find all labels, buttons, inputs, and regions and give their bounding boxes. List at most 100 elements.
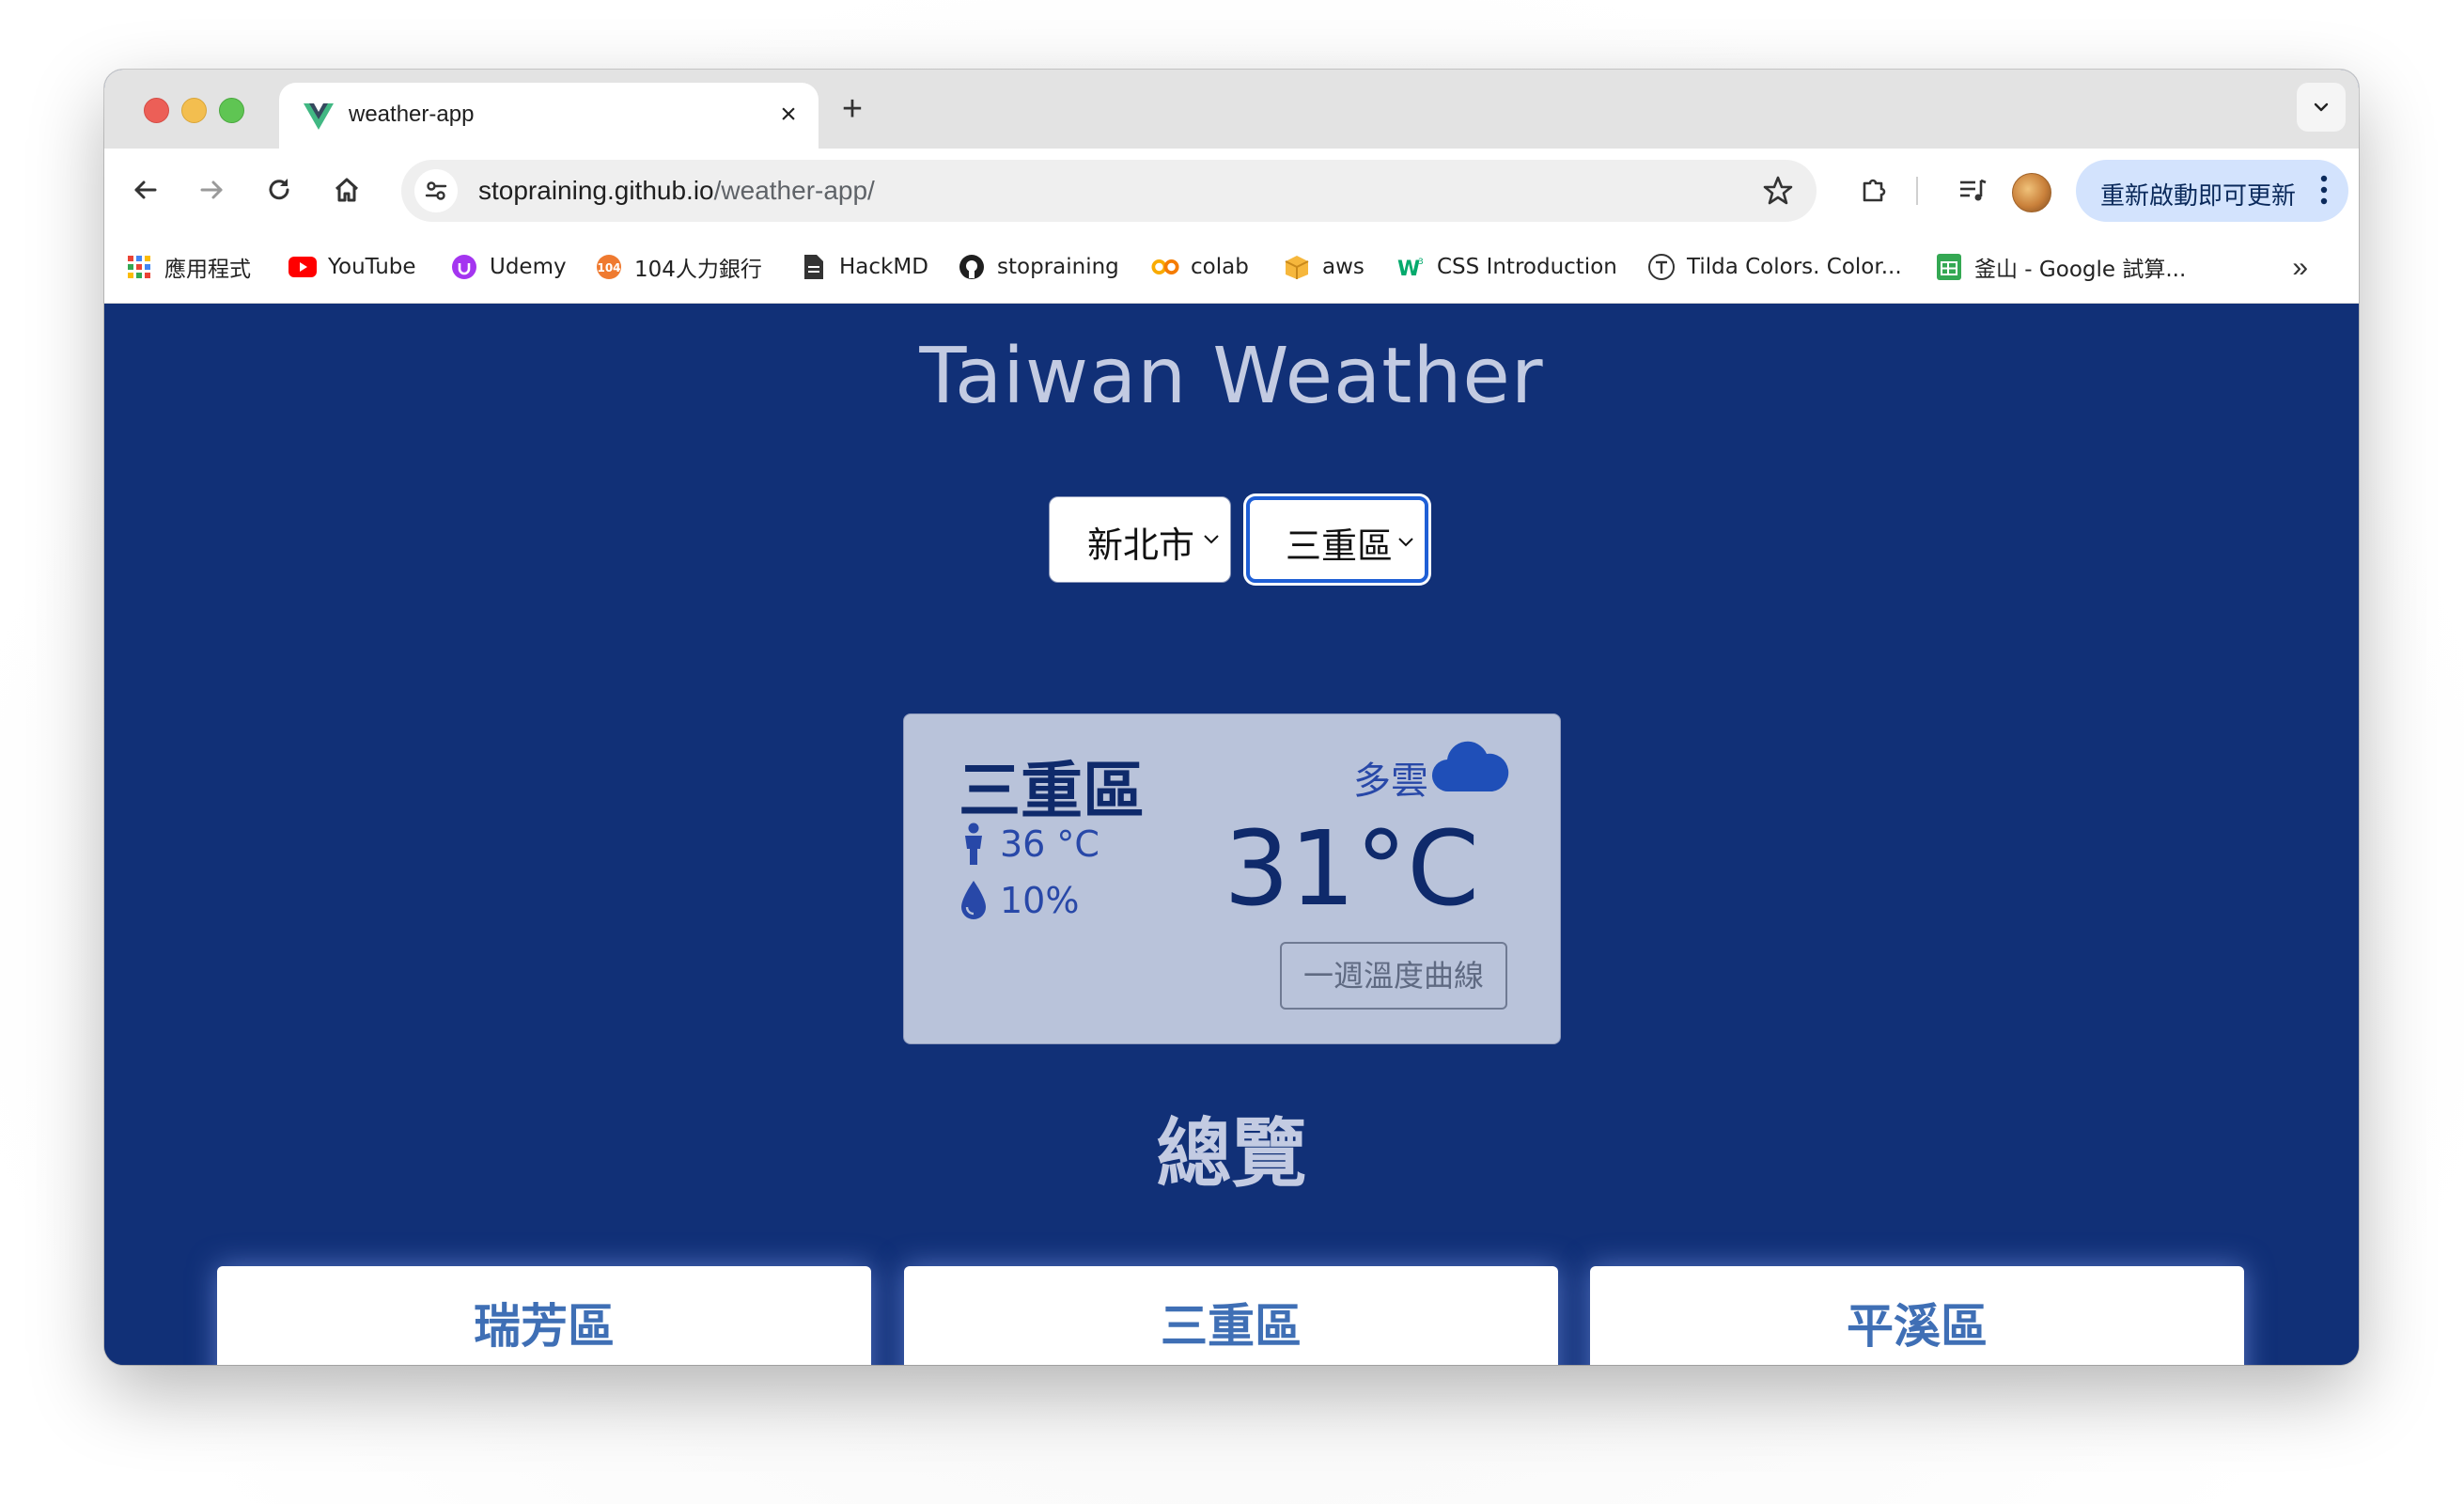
bookmark-tilda-colors[interactable]: Tilda Colors. Color... (1647, 250, 1902, 284)
back-button[interactable] (119, 164, 172, 216)
svg-text:104: 104 (597, 261, 620, 274)
tilda-icon (1647, 253, 1676, 281)
back-arrow-icon (134, 180, 157, 199)
forward-arrow-icon (200, 180, 223, 199)
address-bar[interactable]: stopraining.github.io/weather-app/ (401, 160, 1817, 222)
w3schools-icon: W 3 (1397, 253, 1426, 281)
vue-logo-icon (304, 103, 334, 130)
tab-search-button[interactable] (2297, 83, 2346, 132)
apps-grid-icon (125, 253, 153, 281)
update-restart-button[interactable]: 重新啟動即可更新 (2076, 160, 2348, 222)
extensions-button[interactable] (1848, 164, 1901, 216)
puzzle-icon (1863, 179, 1886, 202)
svg-text:W: W (1397, 258, 1420, 279)
overview-district-card[interactable]: 瑞芳區 (217, 1266, 871, 1365)
tune-icon (425, 181, 447, 200)
bookmark-label: YouTube (328, 255, 416, 279)
chevron-down-icon (2314, 102, 2329, 112)
bookmark-104[interactable]: 104 104人力銀行 (595, 250, 762, 284)
more-vert-icon (2320, 175, 2328, 205)
profile-avatar[interactable] (2012, 173, 2051, 212)
toolbar-separator (1916, 177, 1918, 205)
weather-description: 多雲 (1353, 760, 1428, 803)
bookmark-colab[interactable]: colab (1151, 250, 1249, 284)
queue-music-icon (1960, 179, 1987, 201)
update-restart-label: 重新啟動即可更新 (2100, 182, 2297, 211)
bookmark-label: CSS Introduction (1437, 255, 1617, 279)
more-bookmarks-chevron-icon[interactable]: » (2292, 252, 2308, 284)
bookmark-hackmd[interactable]: HackMD (800, 250, 928, 284)
cloud-icon (1431, 741, 1509, 792)
home-button[interactable] (320, 164, 373, 216)
bookmark-css-introduction[interactable]: W 3 CSS Introduction (1397, 250, 1617, 284)
url-host: stopraining.github.io (478, 176, 714, 205)
document-icon (800, 253, 828, 281)
colab-icon (1151, 253, 1179, 281)
overview-district-card[interactable]: 平溪區 (1590, 1266, 2244, 1365)
bookmark-label: colab (1191, 255, 1249, 279)
github-icon (958, 253, 986, 281)
bookmark-youtube[interactable]: YouTube (289, 250, 416, 284)
new-tab-button[interactable]: + (834, 90, 871, 128)
google-sheets-icon (1935, 253, 1963, 281)
bookmark-udemy[interactable]: Udemy (450, 250, 567, 284)
url-text: stopraining.github.io/weather-app/ (478, 176, 875, 206)
district-select[interactable]: 三重區 (1246, 496, 1428, 583)
site-info-button[interactable] (414, 169, 458, 212)
104-icon: 104 (595, 253, 623, 281)
tab-weather-app[interactable]: weather-app × (279, 83, 819, 149)
feels-like-value: 36 °C (1000, 823, 1099, 865)
bookmark-label: aws (1322, 255, 1365, 279)
home-icon (335, 178, 359, 202)
rain-chance-row: 10% (957, 878, 1079, 923)
overview-title: 總覽 (1156, 1110, 1307, 1198)
district-select-value: 三重區 (1286, 525, 1394, 567)
card-location: 三重區 (959, 755, 1145, 827)
bookmark-aws[interactable]: aws (1283, 250, 1365, 284)
bookmark-busan-sheet[interactable]: 釜山 - Google 試算... (1935, 250, 2186, 284)
reload-button[interactable] (253, 164, 305, 216)
rain-chance-value: 10% (1000, 880, 1080, 921)
close-tab-icon[interactable]: × (773, 100, 803, 130)
minimize-window-button[interactable] (181, 98, 207, 123)
weather-page: Taiwan Weather 新北市 三重區 三重區 36 °C 10% 多雲 … (104, 304, 2359, 1365)
district-name: 三重區 (1161, 1299, 1302, 1354)
bookmark-label: 104人力銀行 (634, 258, 762, 282)
page-title: Taiwan Weather (919, 332, 1544, 421)
bookmark-label: 釜山 - Google 試算... (1974, 258, 2187, 282)
water-drop-icon (957, 878, 990, 923)
bookmark-label: HackMD (839, 255, 928, 279)
bookmark-label: Tilda Colors. Color... (1687, 255, 1902, 279)
bookmark-stopraining[interactable]: stopraining (958, 250, 1119, 284)
chevron-down-icon (1204, 535, 1219, 544)
bookmark-apps[interactable]: 應用程式 (125, 250, 251, 284)
tab-strip: weather-app × + (104, 70, 2359, 149)
bookmark-label: 應用程式 (164, 258, 251, 282)
chevron-down-icon (1398, 538, 1413, 547)
current-temperature: 31°C (1224, 808, 1479, 929)
udemy-icon (450, 253, 478, 281)
bookmark-label: Udemy (490, 255, 567, 279)
district-name: 瑞芳區 (474, 1299, 615, 1354)
url-path: /weather-app/ (713, 176, 875, 205)
current-weather-card: 三重區 36 °C 10% 多雲 31°C 一週溫度曲線 (903, 713, 1561, 1044)
bookmark-star-button[interactable] (1758, 171, 1798, 211)
district-name: 平溪區 (1847, 1299, 1988, 1354)
weekly-temperature-button[interactable]: 一週溫度曲線 (1280, 942, 1507, 1010)
reload-icon (269, 179, 289, 200)
aws-box-icon (1283, 253, 1311, 281)
youtube-icon (289, 253, 317, 281)
browser-toolbar: stopraining.github.io/weather-app/ 重新啟動即… (104, 149, 2359, 231)
person-icon (957, 822, 990, 867)
close-window-button[interactable] (144, 98, 169, 123)
bookmark-label: stopraining (997, 255, 1119, 279)
overview-district-card[interactable]: 三重區 (904, 1266, 1558, 1365)
tab-title: weather-app (349, 102, 475, 127)
city-select-value: 新北市 (1087, 525, 1195, 566)
city-select[interactable]: 新北市 (1049, 496, 1231, 583)
maximize-window-button[interactable] (219, 98, 244, 123)
svg-text:3: 3 (1418, 258, 1424, 267)
forward-button[interactable] (185, 164, 238, 216)
star-icon (1763, 176, 1793, 205)
media-control-button[interactable] (1946, 164, 1999, 216)
